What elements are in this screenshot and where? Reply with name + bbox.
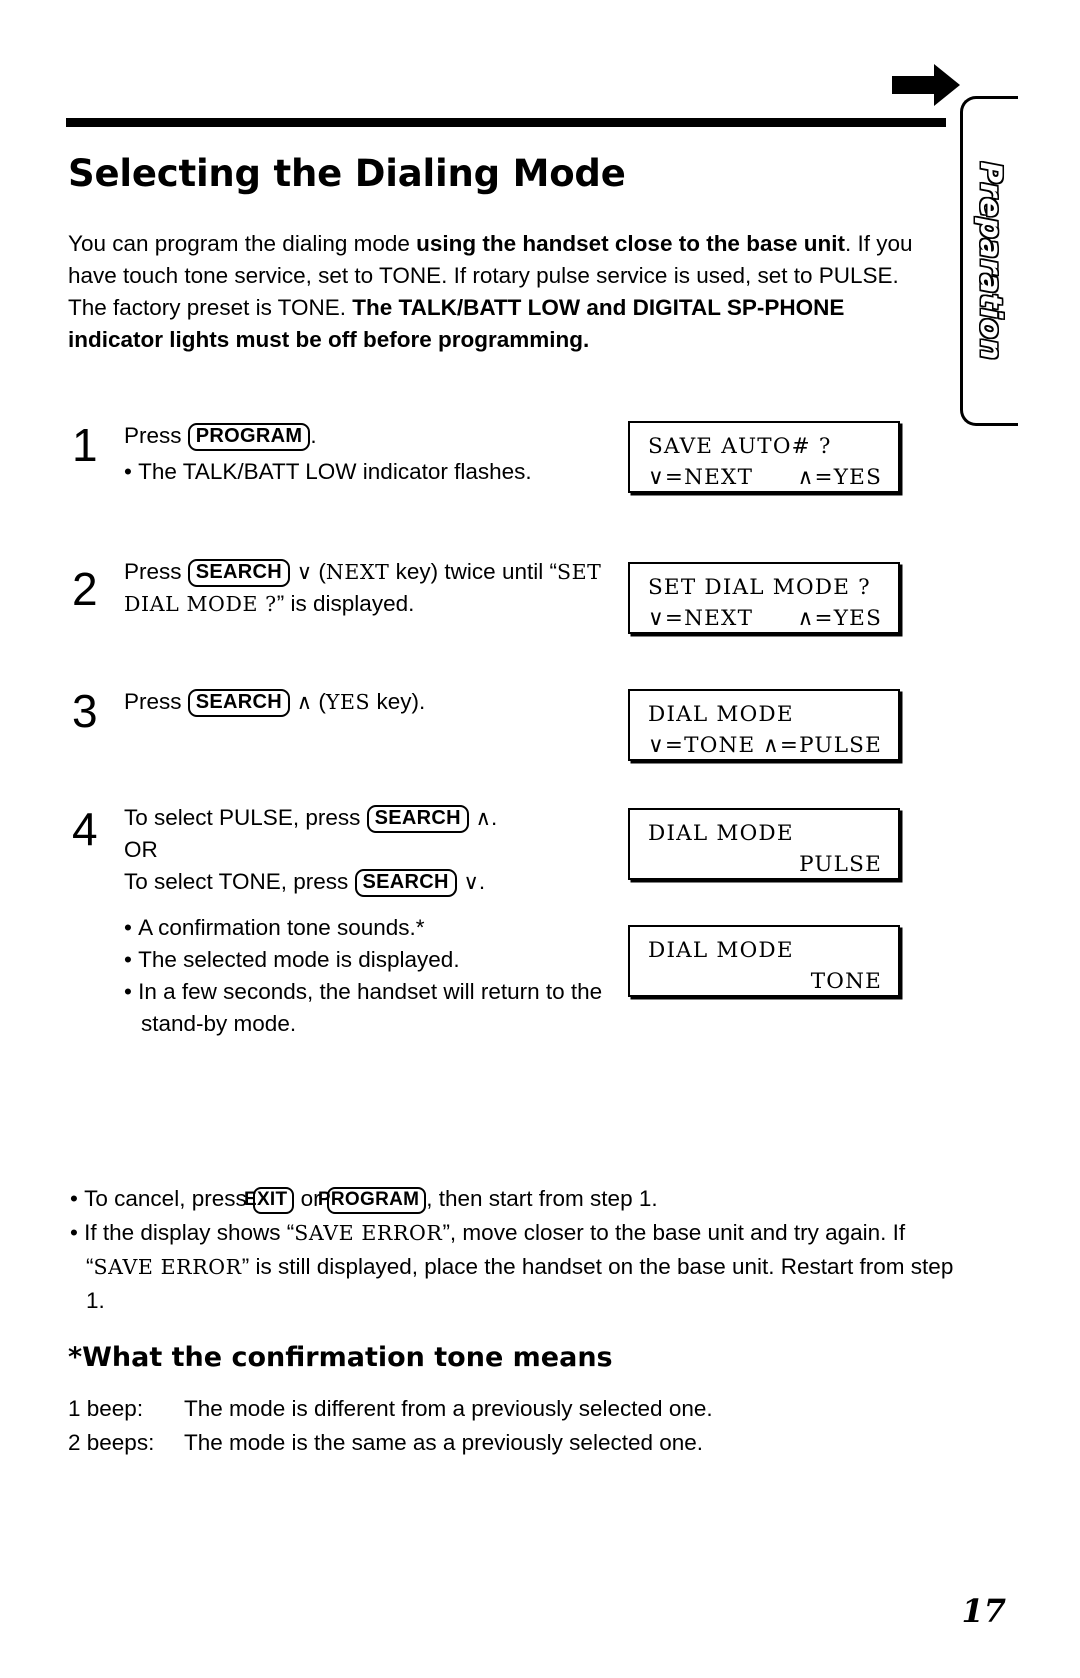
note-2-pre: If the display shows “ [84,1220,295,1245]
intro-bold-1: using the handset close to the base unit [416,231,845,256]
section-tab-label: Preparation [972,161,1008,362]
lcd-yes-hint: ∧=YES [797,465,882,490]
bullet-text: The TALK/BATT LOW indicator flashes. [138,459,532,484]
mono-save-error-2: SAVE ERROR [93,1255,242,1279]
step-body-3: Press SEARCH ∧ (YES key). [124,686,614,718]
up-arrow-glyph: ∧ [296,690,313,714]
confirmation-tone-heading: *What the confirmation tone means [68,1342,613,1373]
mono-save-error-1: SAVE ERROR [294,1221,443,1245]
lcd-display-save-auto: SAVE AUTO# ? ∨=NEXT ∧=YES [628,421,900,493]
step-1-instruction: Press PROGRAM. [124,420,604,452]
step-3-paren: ( [312,689,326,714]
confirmation-tone-table: 1 beep: The mode is different from a pre… [68,1392,713,1460]
step-2-paren: ( [312,559,326,584]
key-search[interactable]: SEARCH [187,689,291,717]
step-number-1: 1 [72,419,98,471]
press-label: Press [124,423,188,448]
page-title: Selecting the Dialing Mode [68,152,626,195]
lcd-display-dial-mode-pulse: DIAL MODE PULSE [628,808,900,880]
lcd-yes-hint: ∧=YES [797,606,882,631]
notes-list: • To cancel, press EXIT or PROGRAM, then… [70,1182,960,1318]
press-label: Press [124,559,188,584]
lcd-line-2: PULSE [648,849,882,880]
lcd-pulse-hint: ∧=PULSE [762,733,882,758]
page-number: 17 [961,1592,1006,1630]
key-search[interactable]: SEARCH [366,805,469,833]
lcd-pulse-value: PULSE [799,852,882,877]
note-1-pre: To cancel, press [84,1186,253,1211]
select-pulse-label: To select PULSE, press [124,805,367,830]
lcd-tone-value: TONE [810,969,882,994]
key-search[interactable]: SEARCH [187,559,291,587]
beep-meaning-text: The mode is the same as a previously sel… [184,1430,704,1455]
step-body-4: To select PULSE, press SEARCH ∧. OR To s… [124,802,624,1040]
note-1-post: , then start from step 1. [426,1186,658,1211]
lcd-line-1: DIAL MODE [648,702,794,727]
step-2-after: key) twice until “ [389,559,557,584]
bullet-item: • In a few seconds, the handset will ret… [124,979,603,1036]
lcd-line-2: ∨=NEXT ∧=YES [648,603,882,634]
intro-paragraph: You can program the dialing mode using t… [68,228,940,356]
beep-count-label: 2 beeps: [68,1430,155,1455]
bullet-text: In a few seconds, the handset will retur… [138,979,603,1036]
lcd-line-1: DIAL MODE [648,821,794,846]
lcd-display-set-dial-mode: SET DIAL MODE ? ∨=NEXT ∧=YES [628,562,900,634]
step-4-or: OR [124,837,158,862]
lcd-next-hint: ∨=NEXT [648,465,754,490]
note-item-cancel: • To cancel, press EXIT or PROGRAM, then… [70,1182,960,1216]
bullet-item: • The selected mode is displayed. [124,947,460,972]
table-row: 2 beeps: The mode is the same as a previ… [68,1426,713,1460]
step-number-4: 4 [72,803,98,855]
intro-text-1: You can program the dialing mode [68,231,417,256]
step-number-3: 3 [72,685,98,737]
lcd-line-1: SAVE AUTO# ? [648,434,832,459]
step-body-1: Press PROGRAM. • The TALK/BATT LOW indic… [124,420,604,488]
step-4-period-2: . [478,869,486,894]
step-4-line-1: To select PULSE, press SEARCH ∧. [124,802,624,834]
mono-next-key: NEXT [325,560,390,584]
down-arrow-glyph: ∨ [463,870,479,894]
table-row: 1 beep: The mode is different from a pre… [68,1392,713,1426]
down-arrow-glyph: ∨ [296,560,313,584]
note-item-save-error: • If the display shows “SAVE ERROR”, mov… [70,1220,954,1313]
step-3-after: key). [370,689,426,714]
beep-count-label: 1 beep: [68,1396,144,1421]
step-1-bullets: • The TALK/BATT LOW indicator flashes. [124,456,604,488]
up-arrow-glyph: ∧ [475,806,491,830]
lcd-tone-hint: ∨=TONE [648,733,756,758]
header-rule [66,118,946,127]
step-number-2: 2 [72,563,98,615]
lcd-line-2: TONE [648,966,882,997]
lcd-display-dial-mode-choice: DIAL MODE ∨=TONE ∧=PULSE [628,689,900,761]
key-program[interactable]: PROGRAM [318,1187,427,1214]
mono-yes-key: YES [325,690,371,714]
select-tone-label: To select TONE, press [124,869,355,894]
step-2-tail: ” is displayed. [276,591,415,616]
lcd-line-1: DIAL MODE [648,938,794,963]
press-label: Press [124,689,188,714]
lcd-next-hint: ∨=NEXT [648,606,754,631]
beep-meaning-text: The mode is different from a previously … [184,1396,713,1421]
bullet-item: • A confirmation tone sounds.* [124,915,425,940]
right-arrow-icon [890,62,962,108]
key-program[interactable]: PROGRAM [187,423,311,451]
lcd-display-dial-mode-tone: DIAL MODE TONE [628,925,900,997]
key-search[interactable]: SEARCH [354,869,457,897]
step-4-period-1: . [490,805,498,830]
manual-page: Preparation Selecting the Dialing Mode Y… [0,0,1080,1678]
lcd-line-1: SET DIAL MODE ? [648,575,871,600]
bullet-text: A confirmation tone sounds.* [138,915,425,940]
section-tab-preparation: Preparation [960,96,1018,426]
step-4-line-2: To select TONE, press SEARCH ∨. [124,866,624,898]
lcd-line-2: ∨=NEXT ∧=YES [648,462,882,493]
bullet-text: The selected mode is displayed. [138,947,460,972]
step-body-2: Press SEARCH ∨ (NEXT key) twice until “S… [124,556,624,620]
bullet-item: • The TALK/BATT LOW indicator flashes. [124,459,532,484]
key-exit[interactable]: EXIT [244,1187,295,1214]
step-1-period: . [310,423,317,448]
step-4-bullets: • A confirmation tone sounds.* • The sel… [124,912,624,1040]
lcd-line-2: ∨=TONE ∧=PULSE [648,730,882,761]
